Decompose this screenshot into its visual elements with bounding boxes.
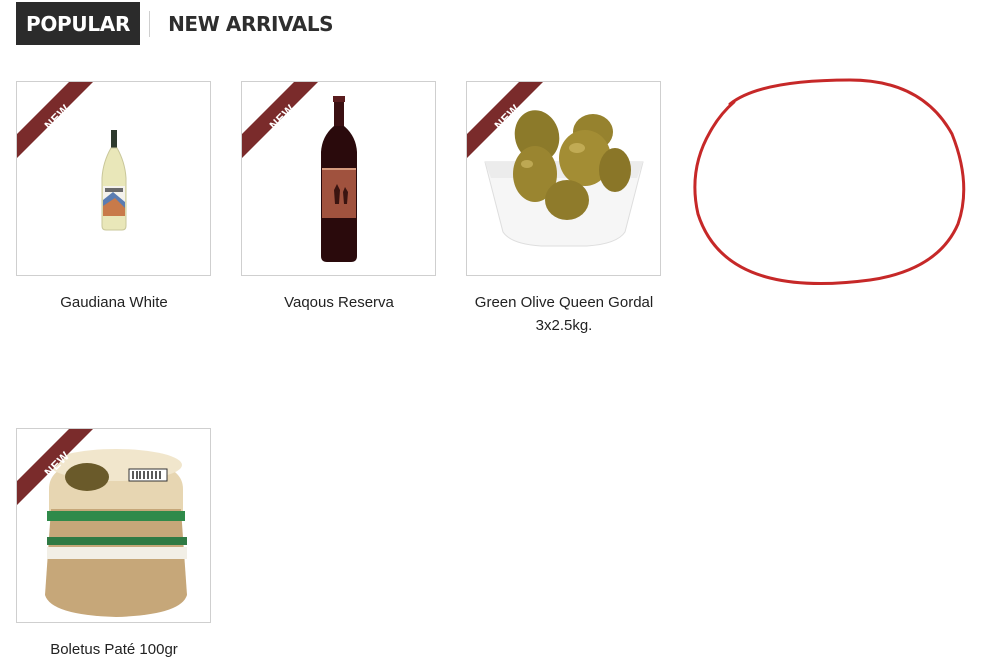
product-name[interactable]: Gaudiana White [16,291,212,314]
annotation-circle [693,78,966,286]
new-ribbon [467,82,543,158]
product-card: NEW Vaqous Reserva [241,81,437,314]
new-ribbon [17,429,93,505]
new-ribbon [242,82,318,158]
product-card: NEW Gaudiana White [16,81,212,314]
product-image-link[interactable]: NEW [241,81,436,276]
product-name[interactable]: Boletus Paté 100gr [16,638,212,661]
new-ribbon [17,82,93,158]
tab-divider [149,10,151,37]
product-card: NEW Green Olive Queen Gordal 3x2.5kg. [466,81,662,337]
tab-new-arrivals[interactable]: NEW ARRIVALS [168,12,333,36]
product-card: NEW Boletus Paté 100gr [16,428,212,661]
product-name[interactable]: Green Olive Queen Gordal 3x2.5kg. [466,291,662,337]
product-name[interactable]: Vaqous Reserva [241,291,437,314]
product-image-link[interactable]: NEW [16,428,211,623]
product-image-link[interactable]: NEW [16,81,211,276]
product-image-link[interactable]: NEW [466,81,661,276]
tab-popular[interactable]: POPULAR [16,2,141,45]
product-tabs: POPULAR NEW ARRIVALS [16,2,334,45]
